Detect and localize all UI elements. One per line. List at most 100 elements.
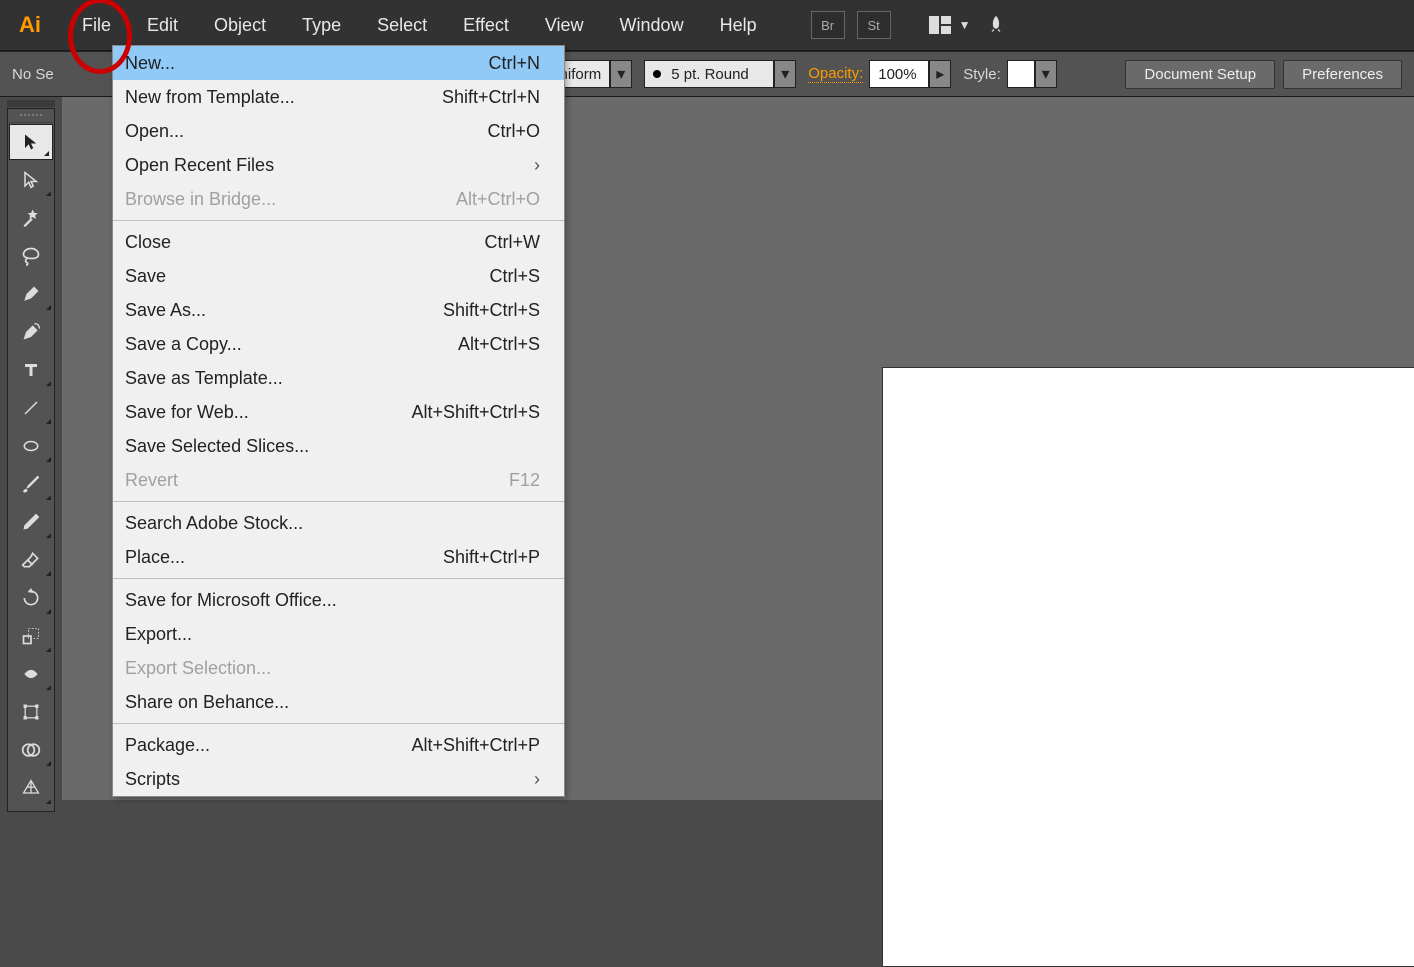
menu-view[interactable]: View xyxy=(527,11,602,40)
tool-direct-selection[interactable] xyxy=(8,161,54,199)
menu-item-label: Save as Template... xyxy=(125,368,283,389)
document-setup-button[interactable]: Document Setup xyxy=(1125,60,1275,89)
menu-item-shortcut: Ctrl+O xyxy=(487,121,540,142)
menu-item-label: Search Adobe Stock... xyxy=(125,513,303,534)
menubar: Ai File Edit Object Type Select Effect V… xyxy=(0,0,1414,51)
menu-type[interactable]: Type xyxy=(284,11,359,40)
tool-shape-builder[interactable] xyxy=(8,731,54,769)
menu-window[interactable]: Window xyxy=(602,11,702,40)
file-menu-item[interactable]: Package... Alt+Shift+Ctrl+P xyxy=(113,728,564,762)
menu-item-label: Close xyxy=(125,232,171,253)
brush-dropdown[interactable]: ▾ xyxy=(774,60,796,88)
menu-item-shortcut: Alt+Shift+Ctrl+P xyxy=(411,735,540,756)
tool-perspective[interactable] xyxy=(8,769,54,807)
tool-lasso[interactable] xyxy=(8,237,54,275)
chevron-down-icon[interactable]: ▼ xyxy=(959,18,971,32)
menu-item-label: Revert xyxy=(125,470,178,491)
file-menu-item[interactable]: Open... Ctrl+O xyxy=(113,114,564,148)
style-swatch[interactable] xyxy=(1007,60,1035,88)
menu-help[interactable]: Help xyxy=(702,11,775,40)
file-menu-item[interactable]: Save for Web...Alt+Shift+Ctrl+S xyxy=(113,395,564,429)
stroke-profile-dropdown[interactable]: ▾ xyxy=(610,60,632,88)
tools-panel xyxy=(7,108,55,812)
menu-item-shortcut: Alt+Shift+Ctrl+S xyxy=(411,402,540,423)
menu-effect[interactable]: Effect xyxy=(445,11,527,40)
tool-free-transform[interactable] xyxy=(8,693,54,731)
opacity-dropdown[interactable]: ▸ xyxy=(929,60,951,88)
file-menu-item[interactable]: Save As... Shift+Ctrl+S xyxy=(113,293,564,327)
menu-item-label: Export Selection... xyxy=(125,658,271,679)
menu-item-shortcut: Shift+Ctrl+S xyxy=(443,300,540,321)
tools-grip[interactable] xyxy=(8,109,54,123)
file-menu-item[interactable]: Save as Template... xyxy=(113,361,564,395)
style-dropdown[interactable]: ▾ xyxy=(1035,60,1057,88)
file-menu-item[interactable]: Search Adobe Stock... xyxy=(113,506,564,540)
menu-file[interactable]: File xyxy=(64,11,129,40)
menu-item-shortcut: Ctrl+W xyxy=(485,232,541,253)
file-menu-item[interactable]: Close Ctrl+W xyxy=(113,225,564,259)
tool-scale[interactable] xyxy=(8,617,54,655)
tool-type[interactable] xyxy=(8,351,54,389)
file-menu-item[interactable]: New from Template...Shift+Ctrl+N xyxy=(113,80,564,114)
menu-item-label: Package... xyxy=(125,735,210,756)
preferences-button[interactable]: Preferences xyxy=(1283,60,1402,89)
tool-magic-wand[interactable] xyxy=(8,199,54,237)
menu-item-label: New... xyxy=(125,53,175,74)
tool-paintbrush[interactable] xyxy=(8,465,54,503)
menu-item-label: Place... xyxy=(125,547,185,568)
submenu-arrow-icon: › xyxy=(534,769,540,790)
tool-width[interactable] xyxy=(8,655,54,693)
file-menu-dropdown: New...Ctrl+NNew from Template...Shift+Ct… xyxy=(112,45,565,797)
file-menu-item[interactable]: New... Ctrl+N xyxy=(113,46,564,80)
style-label: Style: xyxy=(963,66,1001,83)
file-menu-item: Export Selection... xyxy=(113,651,564,685)
panel-expand-strip[interactable] xyxy=(7,100,55,107)
submenu-arrow-icon: › xyxy=(534,155,540,176)
arrange-documents-icon[interactable] xyxy=(923,11,957,39)
file-menu-item[interactable]: Open Recent Files › xyxy=(113,148,564,182)
menu-select[interactable]: Select xyxy=(359,11,445,40)
file-menu-item[interactable]: SaveCtrl+S xyxy=(113,259,564,293)
menu-item-shortcut: Shift+Ctrl+P xyxy=(443,547,540,568)
menu-edit[interactable]: Edit xyxy=(129,11,196,40)
menu-item-label: Scripts xyxy=(125,769,180,790)
gpu-rocket-icon[interactable] xyxy=(979,11,1013,39)
menu-separator xyxy=(113,578,564,579)
opacity-label[interactable]: Opacity: xyxy=(808,65,863,83)
brush-dot-icon xyxy=(653,70,661,78)
brush-select[interactable]: 5 pt. Round xyxy=(644,60,774,88)
file-menu-item[interactable]: Share on Behance... xyxy=(113,685,564,719)
menu-item-label: New from Template... xyxy=(125,87,295,108)
tool-rotate[interactable] xyxy=(8,579,54,617)
menu-object[interactable]: Object xyxy=(196,11,284,40)
file-menu-item: Browse in Bridge...Alt+Ctrl+O xyxy=(113,182,564,216)
tool-rectangle[interactable] xyxy=(8,427,54,465)
file-menu-item[interactable]: Scripts › xyxy=(113,762,564,796)
menu-separator xyxy=(113,220,564,221)
menu-item-shortcut: Ctrl+N xyxy=(488,53,540,74)
menu-separator xyxy=(113,501,564,502)
opacity-input[interactable] xyxy=(869,60,929,88)
bridge-icon[interactable]: Br xyxy=(811,11,845,39)
file-menu-item[interactable]: Export... xyxy=(113,617,564,651)
artboard[interactable] xyxy=(882,367,1414,967)
menu-separator xyxy=(113,723,564,724)
menu-item-shortcut: Alt+Ctrl+O xyxy=(456,189,540,210)
stock-icon[interactable]: St xyxy=(857,11,891,39)
file-menu-item[interactable]: Save for Microsoft Office... xyxy=(113,583,564,617)
app-logo: Ai xyxy=(10,5,50,45)
file-menu-item[interactable]: Save Selected Slices... xyxy=(113,429,564,463)
tool-line[interactable] xyxy=(8,389,54,427)
tool-pencil[interactable] xyxy=(8,503,54,541)
menu-item-label: Save As... xyxy=(125,300,206,321)
menu-item-label: Open... xyxy=(125,121,184,142)
file-menu-item[interactable]: Save a Copy...Alt+Ctrl+S xyxy=(113,327,564,361)
tool-curvature[interactable] xyxy=(8,313,54,351)
menu-item-label: Save for Microsoft Office... xyxy=(125,590,337,611)
tool-eraser[interactable] xyxy=(8,541,54,579)
tool-selection[interactable] xyxy=(9,124,53,160)
menu-item-label: Open Recent Files xyxy=(125,155,274,176)
file-menu-item[interactable]: Place... Shift+Ctrl+P xyxy=(113,540,564,574)
tool-pen[interactable] xyxy=(8,275,54,313)
menu-item-shortcut: F12 xyxy=(509,470,540,491)
